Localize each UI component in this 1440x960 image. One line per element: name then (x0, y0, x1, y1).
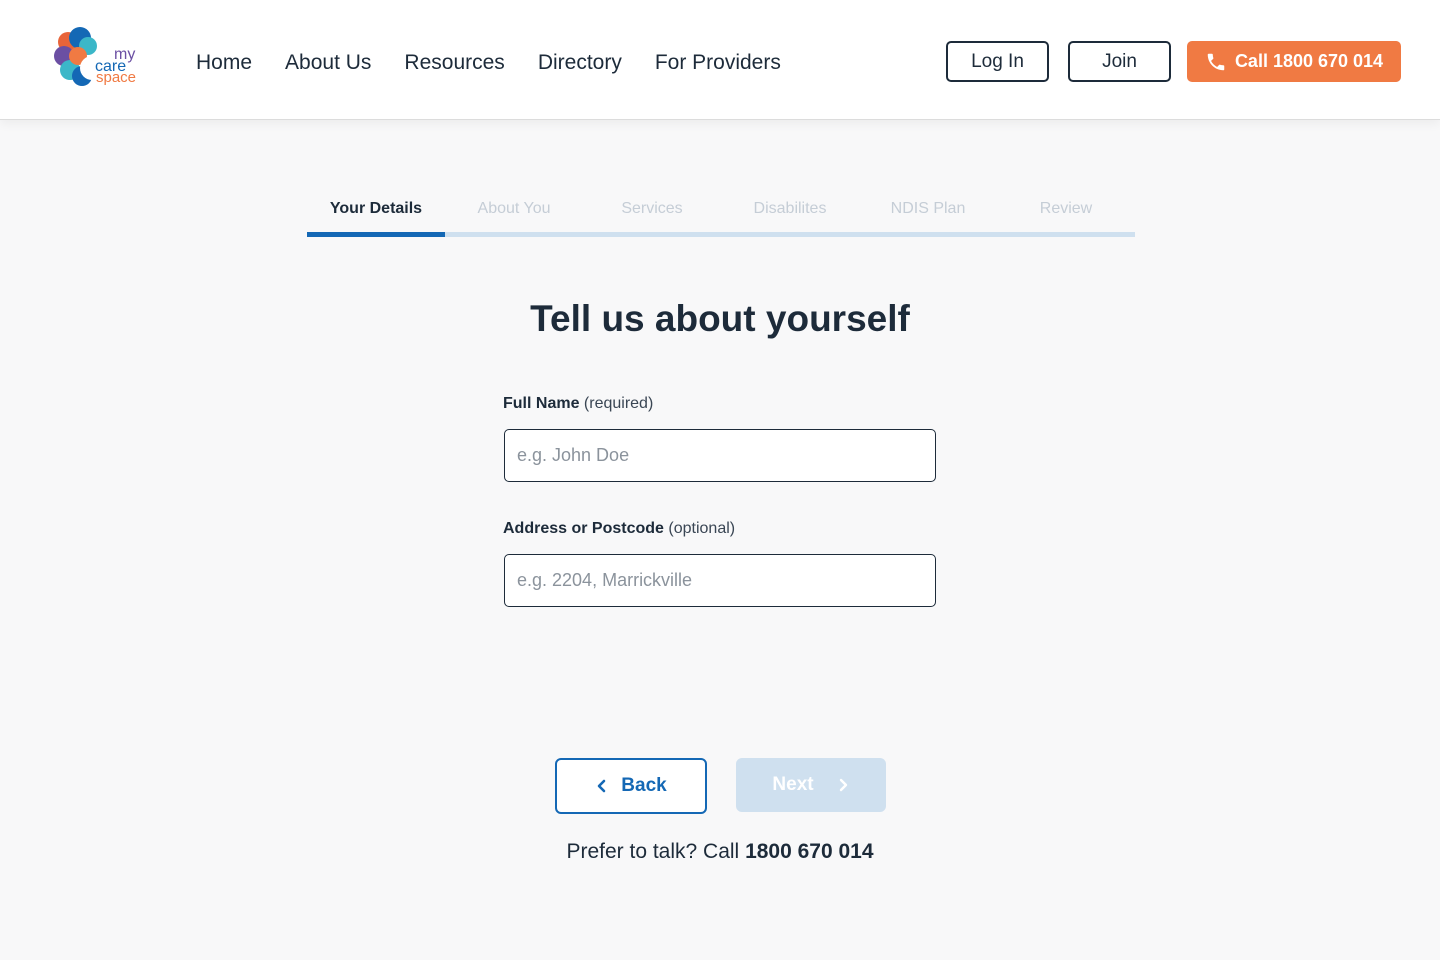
full-name-qualifier: (required) (583, 395, 654, 412)
call-button[interactable]: Call 1800 670 014 (1187, 41, 1401, 82)
step-ndis-plan: NDIS Plan (890, 200, 966, 217)
address-input[interactable] (504, 554, 936, 607)
call-prompt: Prefer to talk? Call 1800 670 014 (0, 840, 1440, 864)
my-care-space-logo[interactable]: my care space (52, 26, 142, 92)
full-name-label: Full Name (required) (503, 395, 653, 413)
full-name-input[interactable] (504, 429, 936, 482)
site-header: my care space Home About Us Resources Di… (0, 0, 1440, 120)
nav-directory[interactable]: Directory (538, 50, 622, 76)
phone-icon (1207, 53, 1225, 70)
svg-text:space: space (96, 69, 136, 86)
logo-mark: my care space (54, 27, 136, 86)
nav-for-providers[interactable]: For Providers (655, 50, 781, 76)
address-label-text: Address or Postcode (503, 520, 664, 537)
progress-fill (307, 232, 445, 237)
step-about-you: About You (477, 200, 551, 217)
back-button[interactable]: Back (555, 758, 707, 814)
full-name-label-text: Full Name (503, 395, 580, 412)
next-button[interactable]: Next (736, 758, 886, 812)
call-prompt-text: Prefer to talk? Call (566, 840, 740, 863)
call-button-label: Call 1800 670 014 (1234, 51, 1384, 71)
step-your-details[interactable]: Your Details (307, 196, 445, 222)
nav-resources[interactable]: Resources (404, 50, 504, 76)
chevron-right-icon (839, 778, 847, 792)
address-qualifier: (optional) (668, 520, 736, 537)
call-prompt-phone[interactable]: 1800 670 014 (745, 840, 873, 863)
nav-about-us[interactable]: About Us (285, 50, 371, 76)
step-disabilities: Disabilites (753, 200, 827, 217)
chevron-left-icon (597, 779, 606, 793)
address-label: Address or Postcode (optional) (503, 520, 735, 538)
page-title: Tell us about yourself (530, 298, 910, 339)
main-nav: Home About Us Resources Directory For Pr… (196, 50, 814, 76)
join-button[interactable]: Join (1068, 41, 1171, 82)
back-button-label: Back (621, 775, 667, 796)
login-button[interactable]: Log In (946, 41, 1049, 82)
step-services: Services (621, 200, 683, 217)
progress-stepper: Your Details About You Services Disabili… (307, 196, 1135, 238)
next-button-label: Next (772, 774, 814, 795)
nav-home[interactable]: Home (196, 50, 252, 76)
step-review: Review (1039, 200, 1093, 217)
